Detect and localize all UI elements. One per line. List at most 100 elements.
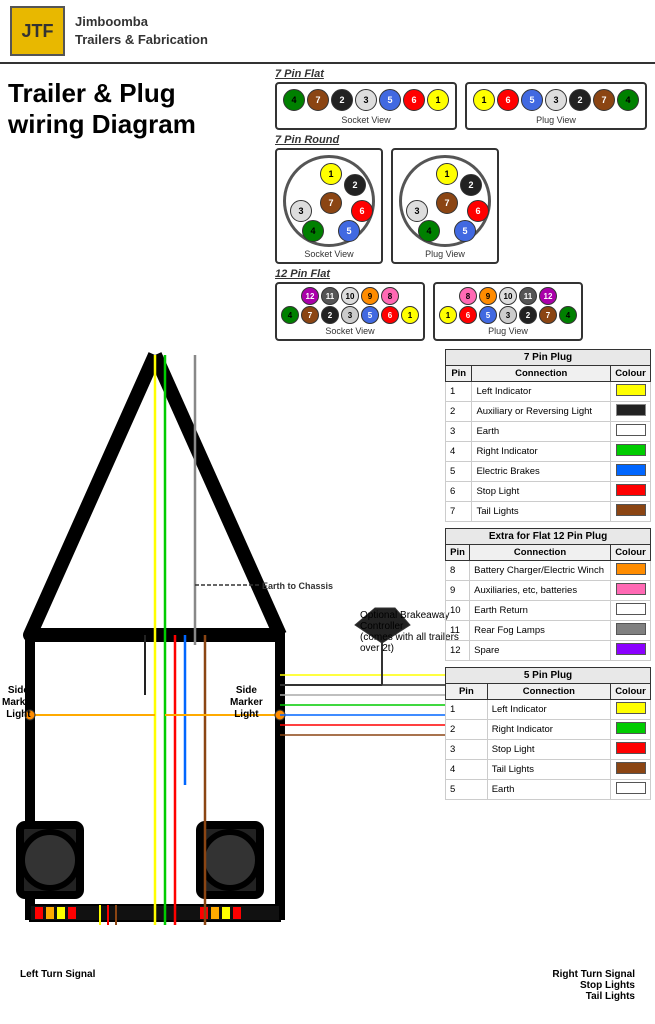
plug-view-caption: Plug View [471,115,641,125]
pin12-p6: 6 [459,306,477,324]
col-connection: Connection [470,545,611,561]
pin-p5: 5 [521,89,543,111]
table-row: 3 Stop Light [446,740,651,760]
pin-connection: Earth [487,780,610,800]
table-row: 3 Earth [446,422,651,442]
table-row: 9 Auxiliaries, etc, batteries [446,581,651,601]
flat12-socket-box: 12 11 10 9 8 4 7 2 3 5 6 1 [275,282,425,341]
table-row: 4 Right Indicator [446,442,651,462]
pin-colour [611,402,651,422]
pin-s4: 4 [283,89,305,111]
pin-num: 3 [446,740,488,760]
side-marker-right-label: SideMarkerLight [230,685,263,721]
pin-colour [611,422,651,442]
rpin-p4: 4 [418,220,440,242]
pin-colour [611,581,651,601]
rpin-4: 4 [302,220,324,242]
col-pin: Pin [446,545,470,561]
pin-colour [611,700,651,720]
table-row: 1 Left Indicator [446,700,651,720]
pin-p1: 1 [473,89,495,111]
pin-connection: Earth [472,422,611,442]
rpin-5: 5 [338,220,360,242]
pin-connection: Auxiliary or Reversing Light [472,402,611,422]
table-row: 6 Stop Light [446,482,651,502]
pin-connection: Left Indicator [472,382,611,402]
pin12-p11: 11 [519,287,537,305]
rpin-p6: 6 [467,200,489,222]
table-7pin-title: 7 Pin Plug [446,350,651,366]
pin12-p3: 3 [499,306,517,324]
pin-colour [611,462,651,482]
table-5pin: 5 Pin Plug Pin Connection Colour 1 Left … [445,667,651,800]
table-row: 5 Earth [446,780,651,800]
round7-label: 7 Pin Round [275,134,647,146]
table-12pin: Extra for Flat 12 Pin Plug Pin Connectio… [445,528,651,661]
pin12-p1: 1 [439,306,457,324]
pin12-p10: 10 [499,287,517,305]
pin-num: 5 [446,462,472,482]
pin12-s3: 3 [341,306,359,324]
pin12-s12: 12 [301,287,319,305]
side-marker-left-label: SideMarkerLight [2,685,35,721]
flat7-socket-box: 4 7 2 3 5 6 1 Socket View [275,82,457,130]
rpin-p1: 1 [436,163,458,185]
pin12-s4: 4 [281,306,299,324]
pin-num: 8 [446,561,470,581]
pin12-s8: 8 [381,287,399,305]
pin-p6: 6 [497,89,519,111]
pin-connection: Right Indicator [472,442,611,462]
pin-colour [611,382,651,402]
round7-plug-box: 7 1 2 6 5 4 3 Plug View [391,148,499,264]
flat12-plug-caption: Plug View [439,326,577,336]
pin-colour [611,561,651,581]
pin-connection: Auxiliaries, etc, batteries [470,581,611,601]
pin12-p9: 9 [479,287,497,305]
pin12-p12: 12 [539,287,557,305]
rpin-p3: 3 [406,200,428,222]
pin-s3: 3 [355,89,377,111]
company-logo: JTF [10,6,65,56]
pin-colour [611,601,651,621]
pin12-p7: 7 [539,306,557,324]
flat12-label: 12 Pin Flat [275,268,647,280]
right-labels: Right Turn Signal Stop Lights Tail Light… [552,969,635,1002]
svg-text:Earth to Chassis: Earth to Chassis [262,581,333,591]
pin-colour [611,760,651,780]
pin12-s5: 5 [361,306,379,324]
title-area: Trailer & Plugwiring Diagram [8,68,265,345]
pin-num: 11 [446,621,470,641]
flat7-plug-box: 1 6 5 3 2 7 4 Plug View [465,82,647,130]
pin-num: 1 [446,382,472,402]
pin-connection: Rear Fog Lamps [470,621,611,641]
rpin-1: 1 [320,163,342,185]
round7-row: 7 1 2 6 5 4 3 Socket View [275,148,647,264]
round7-plug-caption: Plug View [397,249,493,259]
tables-area: 7 Pin Plug Pin Connection Colour 1 Left … [445,345,655,804]
round7-socket-caption: Socket View [281,249,377,259]
pin-connection: Tail Lights [472,502,611,522]
col-pin: Pin [446,366,472,382]
pin12-s2: 2 [321,306,339,324]
rpin-p2: 2 [460,174,482,196]
pin-s2: 2 [331,89,353,111]
col-pin: Pin [446,684,488,700]
pin-num: 12 [446,641,470,661]
col-colour: Colour [611,545,651,561]
pin-colour [611,621,651,641]
pin-num: 7 [446,502,472,522]
main-title: Trailer & Plugwiring Diagram [8,78,265,140]
pin-p2: 2 [569,89,591,111]
pin-s1: 1 [427,89,449,111]
pin-num: 5 [446,780,488,800]
pin-num: 9 [446,581,470,601]
pin-p4: 4 [617,89,639,111]
pin12-s9: 9 [361,287,379,305]
pin-num: 3 [446,422,472,442]
table-row: 2 Right Indicator [446,720,651,740]
rpin-3: 3 [290,200,312,222]
table-7pin: 7 Pin Plug Pin Connection Colour 1 Left … [445,349,651,522]
table-row: 7 Tail Lights [446,502,651,522]
rpin-7: 7 [320,192,342,214]
pin-num: 6 [446,482,472,502]
